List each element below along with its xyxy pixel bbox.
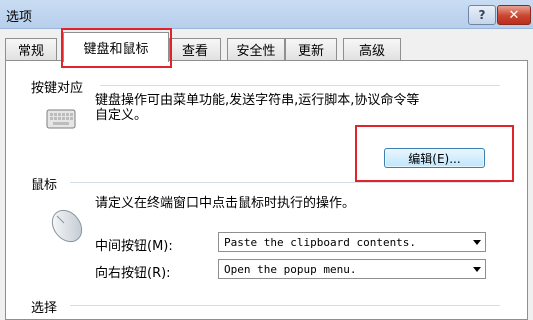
mouse-description: 请定义在终端窗口中点击鼠标时执行的操作。 [95, 196, 356, 211]
tab-advanced[interactable]: 高级 [343, 38, 401, 60]
section-divider [70, 305, 500, 306]
tab-keyboard-mouse[interactable]: 键盘和鼠标 [63, 32, 169, 62]
middle-button-select[interactable]: Paste the clipboard contents. [218, 232, 486, 252]
right-button-value: Open the popup menu. [224, 263, 357, 276]
window-title: 选项 [6, 10, 33, 25]
keyboard-icon [46, 109, 76, 129]
tab-view[interactable]: 查看 [169, 38, 221, 60]
tab-general[interactable]: 常规 [5, 38, 57, 60]
section-divider [100, 85, 500, 86]
section-label-keybinding: 按键对应 [31, 81, 84, 96]
section-divider [70, 182, 500, 183]
title-bar: 选项 ? ✕ [0, 0, 533, 29]
tab-update[interactable]: 更新 [285, 38, 337, 60]
tab-security[interactable]: 安全性 [227, 38, 285, 60]
mouse-icon [51, 209, 83, 243]
right-button-label: 向右按钮(R): [95, 266, 171, 281]
help-icon: ? [478, 8, 486, 22]
middle-button-value: Paste the clipboard contents. [224, 236, 417, 249]
help-button[interactable]: ? [468, 5, 496, 25]
section-label-mouse: 鼠标 [31, 178, 58, 193]
chevron-down-icon [473, 267, 481, 272]
keybinding-description-line2: 自定义。 [95, 108, 148, 123]
section-label-selection: 选择 [31, 301, 58, 316]
chevron-down-icon [473, 240, 481, 245]
middle-button-label: 中间按钮(M): [95, 239, 173, 254]
close-button[interactable]: ✕ [497, 5, 531, 25]
keybinding-description-line1: 键盘操作可由菜单功能,发送字符串,运行脚本,协议命令等 [95, 93, 420, 108]
edit-button[interactable]: 编辑(E)... [384, 148, 485, 168]
close-icon: ✕ [508, 7, 520, 23]
right-button-select[interactable]: Open the popup menu. [218, 259, 486, 279]
